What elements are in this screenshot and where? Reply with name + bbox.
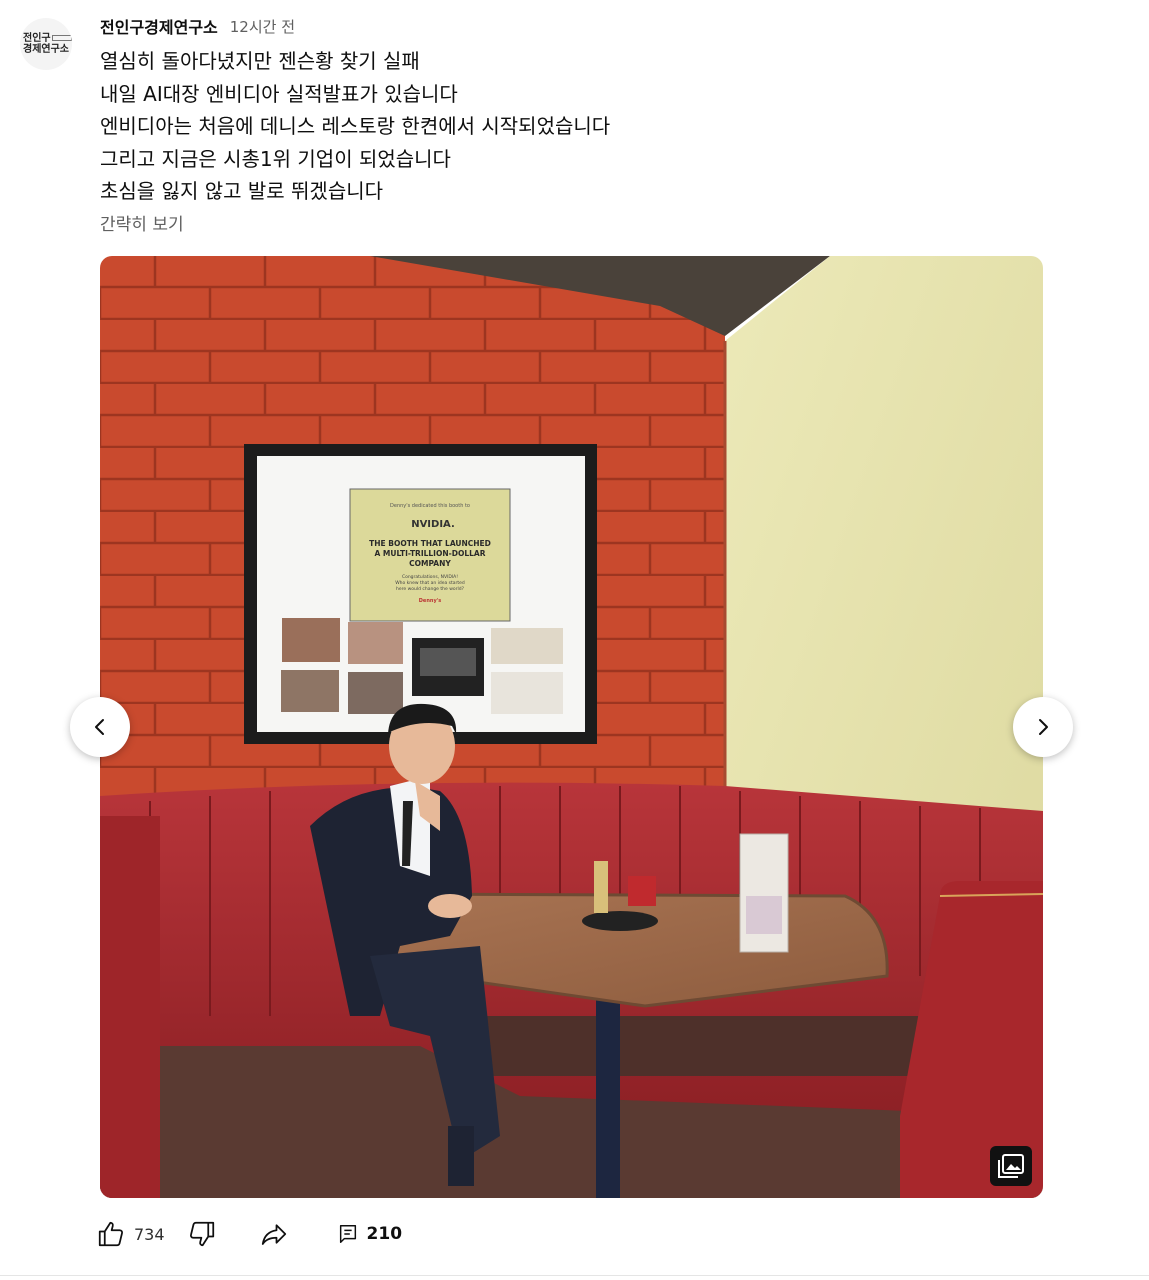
sign-small-text: Denny's dedicated this booth to xyxy=(390,503,470,509)
post-text: 열심히 돌아다녔지만 젠슨황 찾기 실패 내일 AI대장 엔비디아 실적발표가 … xyxy=(100,45,610,208)
post-line: 열심히 돌아다녔지만 젠슨황 찾기 실패 xyxy=(100,49,420,73)
avatar-text-line2: 경제연구소 xyxy=(23,44,69,55)
like-count: 734 xyxy=(134,1224,165,1244)
thumbs-up-icon xyxy=(98,1221,123,1247)
chevron-left-icon xyxy=(95,719,104,735)
post-photo[interactable]: Denny's dedicated this booth to NVIDIA. … xyxy=(100,256,1043,1198)
channel-name[interactable]: 전인구경제연구소 xyxy=(100,14,218,38)
sign-brand: NVIDIA. xyxy=(411,519,455,530)
share-icon xyxy=(261,1224,286,1245)
previous-image-button[interactable] xyxy=(70,697,130,757)
chevron-right-icon xyxy=(1039,719,1048,735)
share-button[interactable] xyxy=(259,1219,289,1249)
sign-headline: A MULTI-TRILLION-DOLLAR xyxy=(375,549,486,558)
post-line: 엔비디아는 처음에 데니스 레스토랑 한켠에서 시작되었습니다 xyxy=(100,114,611,138)
thumbs-down-icon xyxy=(189,1221,214,1247)
channel-avatar[interactable]: 전인구 경제연구소 xyxy=(20,18,72,70)
post-line: 내일 AI대장 엔비디아 실적발표가 있습니다 xyxy=(100,81,458,106)
post-timestamp[interactable]: 12시간 전 xyxy=(230,16,295,37)
sign-sub: Who knew that an idea started xyxy=(395,580,465,586)
sign-sub: here would change the world? xyxy=(396,586,465,592)
show-less-link[interactable]: 간략히 보기 xyxy=(100,210,184,235)
sign-headline: COMPANY xyxy=(409,559,451,568)
sign-headline: THE BOOTH THAT LAUNCHED xyxy=(369,539,491,548)
post-actions: 734 210 xyxy=(96,1214,402,1254)
sign-sub: Congratulations, NVIDIA! xyxy=(402,574,458,580)
post-line: 초심을 잃지 않고 발로 뛰겠습니다 xyxy=(100,179,384,203)
image-gallery-icon xyxy=(990,1146,1032,1186)
divider xyxy=(0,1275,1149,1276)
framed-poster: Denny's dedicated this booth to NVIDIA. … xyxy=(244,444,597,744)
next-image-button[interactable] xyxy=(1013,697,1073,757)
comment-icon xyxy=(339,1225,356,1243)
avatar-text-line1: 전인구 xyxy=(23,33,72,44)
dislike-button[interactable] xyxy=(187,1219,217,1249)
like-button[interactable] xyxy=(96,1219,126,1249)
comment-button[interactable]: 210 xyxy=(337,1223,403,1245)
sign-logo: Denny's xyxy=(419,598,441,604)
comment-count: 210 xyxy=(366,1224,403,1244)
post-header: 전인구경제연구소 12시간 전 xyxy=(100,14,295,38)
post-line: 그리고 지금은 시총1위 기업이 되었습니다 xyxy=(100,146,451,171)
